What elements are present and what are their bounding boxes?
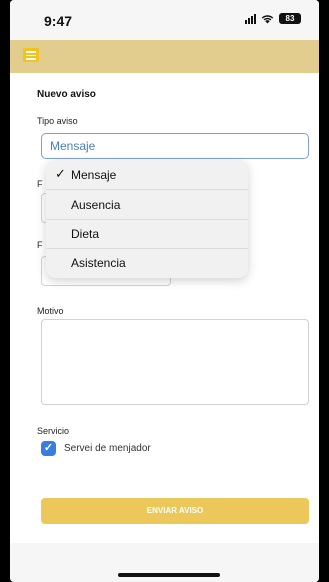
dropdown-option-ausencia[interactable]: Ausencia	[46, 190, 248, 219]
dropdown-option-label: Ausencia	[71, 198, 121, 212]
bottom-area	[10, 543, 319, 582]
tipo-aviso-label: Tipo aviso	[37, 116, 78, 126]
wifi-icon	[261, 14, 274, 23]
tipo-aviso-dropdown: ✓ Mensaje Ausencia Dieta Asistencia	[46, 160, 248, 278]
date-field-1-label: F	[37, 179, 43, 189]
home-indicator[interactable]	[118, 573, 220, 577]
dropdown-option-label: Dieta	[71, 227, 100, 241]
dropdown-option-dieta[interactable]: Dieta	[46, 219, 248, 248]
battery-icon: 83	[279, 13, 301, 24]
phone-screen: 9:47 83 Nuevo aviso Tipo aviso Mensaje F…	[10, 0, 319, 582]
signal-icon	[245, 13, 256, 24]
form-content: Nuevo aviso Tipo aviso Mensaje F F Motiv…	[10, 73, 319, 543]
status-icons: 83	[245, 13, 301, 24]
date-field-2-label: F	[37, 240, 43, 250]
motivo-label: Motivo	[37, 306, 64, 316]
servicio-label: Servicio	[37, 426, 70, 436]
dropdown-option-asistencia[interactable]: Asistencia	[46, 248, 248, 277]
app-bar	[10, 40, 319, 73]
hamburger-menu-icon[interactable]	[23, 48, 39, 62]
dropdown-option-label: Mensaje	[71, 168, 117, 182]
dropdown-option-label: Asistencia	[71, 256, 126, 270]
enviar-aviso-button[interactable]: ENVIAR AVISO	[41, 498, 309, 524]
status-time: 9:47	[44, 13, 73, 29]
form-title: Nuevo aviso	[37, 89, 96, 100]
servicio-option-label: Servei de menjador	[64, 443, 151, 454]
checkmark-icon: ✓	[55, 166, 66, 181]
motivo-textarea[interactable]	[41, 319, 309, 405]
status-bar: 9:47 83	[10, 0, 319, 40]
servicio-checkbox[interactable]: ✓	[41, 441, 56, 456]
tipo-aviso-select[interactable]: Mensaje	[41, 133, 309, 159]
dropdown-option-mensaje[interactable]: ✓ Mensaje	[46, 160, 248, 189]
